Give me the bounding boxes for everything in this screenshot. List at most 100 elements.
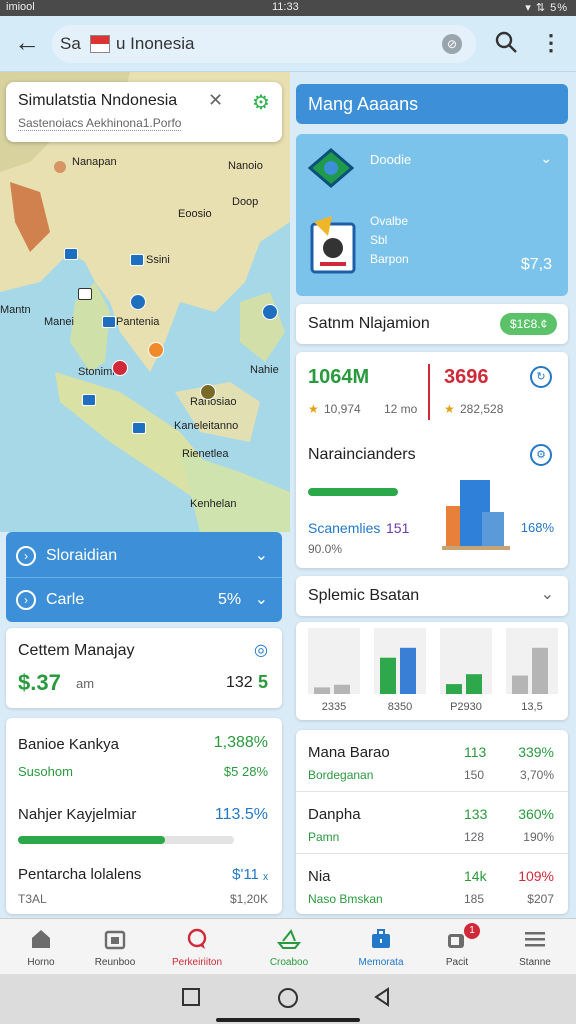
right-info-panel[interactable]: Doodie ⌄ Ovalbe Sbl Barpon $7,3 (296, 134, 568, 296)
divider (428, 364, 430, 420)
dropdown-label: Sloraidian (46, 547, 118, 564)
list-item-title: Banioe Kankya (18, 736, 119, 753)
chevron-down-icon[interactable]: ⌄ (541, 584, 554, 604)
map-label-mantn: Mantn (0, 304, 31, 316)
settings-icon[interactable]: ⚙ (530, 444, 552, 466)
saturn-header[interactable]: Satnm Nlajamion $1Ɛ8.¢ (296, 304, 568, 344)
map-marker-icon[interactable] (64, 248, 78, 260)
chart-group-background (308, 628, 360, 694)
list-item[interactable]: Banioe Kankya 1,388% Susohom $5 28% (6, 718, 282, 788)
map-marker-icon[interactable] (102, 316, 116, 328)
map-label-nanoio: Nanoio (228, 160, 263, 172)
more-vert-icon[interactable]: ⋮ (540, 30, 562, 58)
list-item-sub: Naso Bmskan (308, 892, 383, 906)
buildings-icon (442, 476, 510, 550)
list-item-sub-value: $1,20K (229, 892, 268, 906)
map-marker-icon[interactable] (130, 254, 144, 266)
list-item-s2: $207 (527, 892, 554, 906)
list-item-v1: 133 (464, 806, 488, 822)
progress-fill (18, 836, 165, 844)
home-button-icon[interactable] (276, 986, 300, 1010)
dropdown-row[interactable]: › Carle 5% ⌄ (6, 578, 282, 622)
nav-item-stanne[interactable]: Stanne (494, 919, 576, 975)
nav-item-croaboo[interactable]: Croaboo (248, 919, 330, 975)
list-item-value: 1,388% (213, 734, 268, 751)
list-item-v2: 109% (518, 868, 554, 884)
chevron-down-icon: ⌄ (254, 547, 268, 564)
stat-a: 1064M (308, 366, 370, 388)
close-icon[interactable]: ✕ (208, 90, 223, 111)
dropdown-row[interactable]: › Sloraidian ⌄ (6, 534, 282, 578)
bottom-navigation: Horno Reunboo Perkeiriiton Croaboo Memor… (0, 918, 576, 974)
nav-item-memorata[interactable]: Memorata (340, 919, 422, 975)
eye-icon[interactable]: ◎ (254, 640, 268, 660)
map-label-doop: Doop (232, 196, 259, 208)
map-marker-icon[interactable] (200, 384, 216, 400)
recents-icon[interactable] (180, 986, 202, 1008)
filter-icon[interactable]: ⊘ (442, 34, 462, 54)
back-arrow-icon[interactable]: ← (12, 28, 42, 58)
list-item[interactable]: Pentarcha lolalens $ʹ11 ₓ T3AL $1,20K (6, 858, 282, 914)
stat-b-sub: 282,528 (460, 402, 504, 416)
nav-item-reunboo[interactable]: Reunboo (74, 919, 156, 975)
stat-a-sub: 10,974 (324, 402, 361, 416)
splemic-header[interactable]: Splemic Bsatan ⌄ (296, 576, 568, 616)
chart-bar (314, 687, 330, 694)
info-icon: › (16, 590, 36, 610)
panel-line: Ovalbe (370, 214, 409, 228)
cettem-title: Cettem Manajay (18, 642, 135, 659)
stats-card: 1064M 3696 ↻ ★ 10,974 12 mo ★ 282,528 Na… (296, 352, 568, 568)
nav-label: Croaboo (269, 957, 309, 968)
map-label-kaneleitanno: Kaneleitanno (174, 420, 239, 432)
list-item[interactable]: Danpha 133 360% Pamn 128 190% (296, 792, 568, 854)
narain-label-num: 151 (386, 520, 410, 536)
app-bar: ← Sa u Inonesia ⊘ ⋮ (0, 16, 576, 72)
nav-label: Perkeiriiton (171, 957, 223, 968)
star-icon: ★ (444, 402, 455, 416)
nav-item-home[interactable]: Horno (0, 919, 82, 975)
list-item-s2: 3,70% (519, 768, 554, 782)
list-item-v1: 113 (464, 744, 487, 760)
list-item[interactable]: Nia 14k 109% Naso Bmskan 185 $207 (296, 854, 568, 914)
list-item-title: Danpha (308, 806, 361, 823)
map-info-card[interactable]: Simulatstia Nndonesia Sastenoiacs Aekhin… (6, 82, 282, 142)
nav-label: Reunboo (94, 957, 136, 968)
chevron-down-icon[interactable]: ⌄ (540, 150, 552, 167)
map-marker-icon[interactable] (132, 422, 146, 434)
map-marker-icon[interactable] (262, 304, 278, 320)
map-pin-icon[interactable] (112, 360, 128, 376)
cettem-count-suffix: 5 (258, 672, 269, 692)
map-marker-icon[interactable] (82, 394, 96, 406)
list-item-v2: 360% (518, 806, 554, 822)
nav-item-pacit[interactable]: 1 Pacit (416, 919, 498, 975)
map-marker-icon[interactable] (130, 294, 146, 310)
status-badge: $1Ɛ8.¢ (500, 313, 558, 335)
star-icon: ★ (308, 402, 319, 416)
list-item-title: Mana Barao (308, 744, 390, 761)
list-item[interactable]: Nahjer Kayjelmiar 113.5% (6, 796, 282, 856)
narain-title: Naraincianders (308, 446, 416, 463)
notification-badge: 1 (464, 923, 480, 939)
search-text: u Inonesia (116, 34, 195, 53)
map-card-title: Simulatstia Nndonesia (18, 92, 178, 109)
right-header[interactable]: Mang Aaaans (296, 84, 568, 124)
splemic-title: Splemic Bsatan (308, 587, 420, 604)
gear-icon[interactable]: ⚙ (250, 92, 272, 114)
map-label-ssini: Ssini (146, 254, 170, 266)
map-marker-icon[interactable] (148, 342, 164, 358)
list-item[interactable]: Mana Barao 113 339% Bordeganan 150 3,70% (296, 730, 568, 792)
map-label-nahie: Nahie (250, 364, 279, 376)
map-marker-icon[interactable] (78, 288, 92, 300)
search-icon[interactable] (492, 30, 520, 58)
cettem-card[interactable]: Cettem Manajay ◎ $.37 am 132 5 (6, 628, 282, 708)
search-field[interactable]: Sa u Inonesia ⊘ (52, 25, 476, 63)
refresh-icon[interactable]: ↻ (530, 366, 552, 388)
emblem-icon (307, 148, 355, 188)
menu-icon (525, 932, 545, 947)
nav-item-perkeiriiton[interactable]: Perkeiriiton (156, 919, 238, 975)
back-triangle-icon[interactable] (372, 986, 392, 1008)
list-item-sub: T3AL (18, 892, 47, 906)
list-item-s1: 128 (464, 830, 485, 844)
system-navigation (0, 974, 576, 1024)
list-item-sub: Bordeganan (308, 768, 374, 782)
